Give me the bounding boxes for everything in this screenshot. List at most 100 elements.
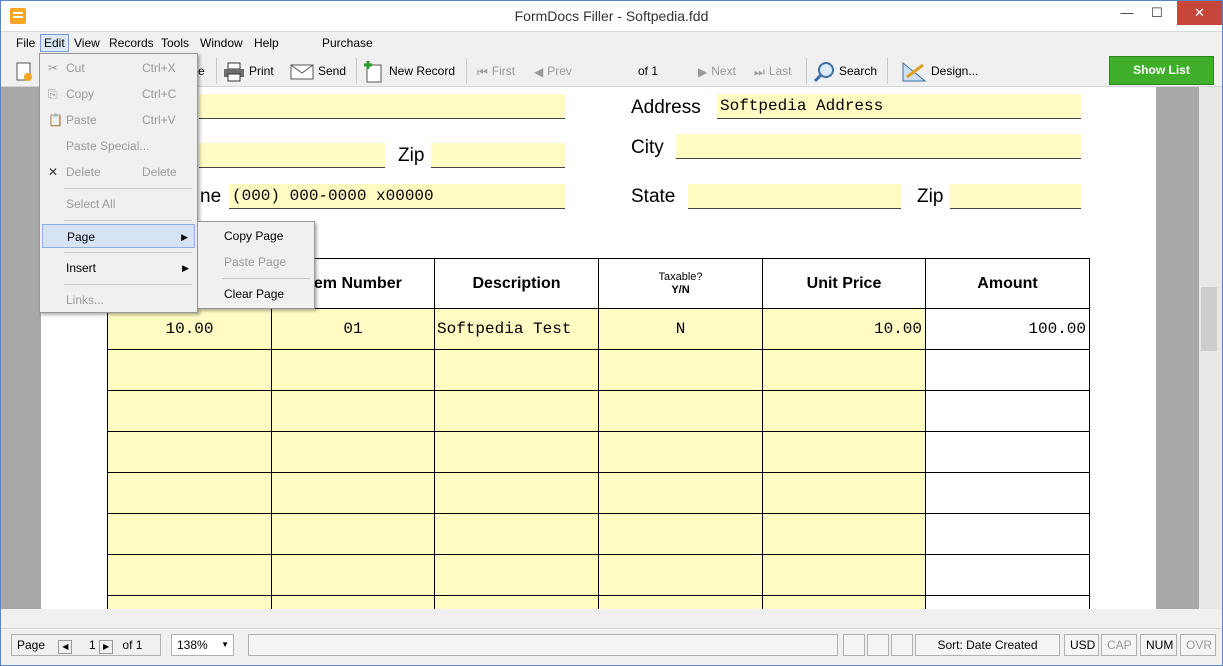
close-button[interactable]: ✕ [1177, 1, 1222, 25]
description-cell[interactable] [434, 472, 599, 514]
menu-purchase[interactable]: Purchase [319, 35, 376, 51]
menu-file[interactable]: File [13, 35, 38, 51]
next-icon: ▶ [698, 64, 708, 79]
overwrite-indicator: OVR [1180, 634, 1216, 656]
status-pane [867, 634, 889, 656]
unit-price-cell[interactable] [762, 349, 926, 391]
item-number-cell[interactable] [271, 472, 435, 514]
horizontal-scrollbar[interactable] [1, 609, 1222, 626]
menu-item-delete[interactable]: ✕ Delete Delete [42, 160, 195, 184]
send-button[interactable]: Send [290, 59, 346, 83]
item-number-cell[interactable] [271, 390, 435, 432]
item-number-cell[interactable]: 01 [271, 308, 435, 350]
taxable-cell[interactable] [598, 349, 763, 391]
description-cell[interactable] [434, 390, 599, 432]
save-button-partial[interactable]: e [198, 59, 205, 83]
last-record-button[interactable]: ⏭ Last [754, 59, 792, 83]
toolbar-separator [806, 58, 807, 84]
last-icon: ⏭ [754, 64, 765, 79]
description-cell[interactable] [434, 513, 599, 555]
unit-price-cell[interactable] [762, 554, 926, 596]
taxable-cell[interactable] [598, 431, 763, 473]
new-document-button[interactable] [15, 59, 37, 83]
item-number-cell[interactable] [271, 513, 435, 555]
first-record-button[interactable]: ⏮ First [477, 59, 515, 83]
search-button[interactable]: Search [813, 59, 877, 83]
status-pane [843, 634, 865, 656]
status-page-value[interactable]: 1 [76, 635, 96, 655]
menu-item-insert[interactable]: Insert ▶ [42, 256, 195, 280]
minimize-button[interactable]: — [1112, 1, 1142, 25]
menu-view[interactable]: View [71, 35, 103, 51]
qty-cell[interactable] [107, 431, 272, 473]
status-message-pane [248, 634, 838, 656]
item-number-cell[interactable] [271, 595, 435, 609]
menu-help[interactable]: Help [251, 35, 282, 51]
qty-cell[interactable]: 10.00 [107, 308, 272, 350]
qty-cell[interactable] [107, 513, 272, 555]
design-icon [902, 61, 927, 82]
amount-cell [925, 349, 1090, 391]
unit-price-cell[interactable] [762, 472, 926, 514]
taxable-cell[interactable] [598, 554, 763, 596]
qty-cell[interactable] [107, 349, 272, 391]
qty-cell[interactable] [107, 595, 272, 609]
menu-item-paste[interactable]: 📋 Paste Ctrl+V [42, 108, 195, 132]
menu-records[interactable]: Records [106, 35, 157, 51]
menu-item-paste-special[interactable]: Paste Special... [42, 134, 195, 158]
taxable-cell[interactable] [598, 513, 763, 555]
show-list-button[interactable]: Show List [1109, 56, 1214, 85]
menu-item-select-all[interactable]: Select All [42, 192, 195, 216]
unit-price-cell[interactable] [762, 595, 926, 609]
page-next-icon[interactable]: ▶ [99, 640, 114, 654]
item-number-cell[interactable] [271, 349, 435, 391]
menu-separator [64, 220, 192, 221]
page-prev-icon[interactable]: ◀ [58, 640, 73, 654]
menu-item-copy-page[interactable]: Copy Page [200, 224, 314, 248]
description-cell[interactable] [434, 595, 599, 609]
qty-cell[interactable] [107, 554, 272, 596]
prev-record-button[interactable]: ◀ Prev [534, 59, 572, 83]
paste-icon: 📋 [48, 113, 63, 127]
description-cell[interactable]: Softpedia Test [434, 308, 599, 350]
zoom-value: 138% [177, 638, 208, 652]
qty-cell[interactable] [107, 472, 272, 514]
next-record-button[interactable]: ▶ Next [698, 59, 736, 83]
menu-window[interactable]: Window [197, 35, 246, 51]
envelope-icon [290, 64, 314, 80]
menu-item-paste-page[interactable]: Paste Page [200, 250, 314, 274]
menu-item-links[interactable]: Links... [42, 288, 195, 312]
design-label: Design... [931, 64, 979, 78]
unit-price-cell[interactable]: 10.00 [762, 308, 926, 350]
window-title: FormDocs Filler - Softpedia.fdd [514, 8, 709, 24]
menu-item-page[interactable]: Page ▶ [42, 224, 195, 248]
taxable-cell[interactable] [598, 595, 763, 609]
item-number-cell[interactable] [271, 554, 435, 596]
menu-item-clear-page[interactable]: Clear Page [200, 282, 314, 306]
toolbar-separator [466, 58, 467, 84]
unit-price-cell[interactable] [762, 390, 926, 432]
new-record-label: New Record [389, 64, 456, 78]
taxable-cell[interactable] [598, 472, 763, 514]
taxable-cell[interactable] [598, 390, 763, 432]
taxable-cell[interactable]: N [598, 308, 763, 350]
description-cell[interactable] [434, 349, 599, 391]
qty-cell[interactable] [107, 390, 272, 432]
design-button[interactable]: Design... [901, 59, 978, 83]
description-cell[interactable] [434, 554, 599, 596]
vertical-scroll-thumb[interactable] [1201, 287, 1217, 351]
table-header-amount: Amount [925, 258, 1090, 309]
menu-item-copy[interactable]: ⎘ Copy Ctrl+C [42, 82, 195, 106]
unit-price-cell[interactable] [762, 431, 926, 473]
menu-edit[interactable]: Edit [40, 34, 69, 52]
unit-price-cell[interactable] [762, 513, 926, 555]
zoom-select[interactable]: 138% ▼ [171, 634, 234, 656]
new-record-button[interactable]: New Record [363, 59, 455, 83]
description-cell[interactable] [434, 431, 599, 473]
menu-item-cut[interactable]: ✂ Cut Ctrl+X [42, 56, 195, 80]
print-button[interactable]: Print [223, 59, 274, 83]
menu-tools[interactable]: Tools [158, 35, 192, 51]
maximize-button[interactable]: ☐ [1142, 1, 1172, 25]
prev-label: Prev [547, 64, 572, 78]
item-number-cell[interactable] [271, 431, 435, 473]
